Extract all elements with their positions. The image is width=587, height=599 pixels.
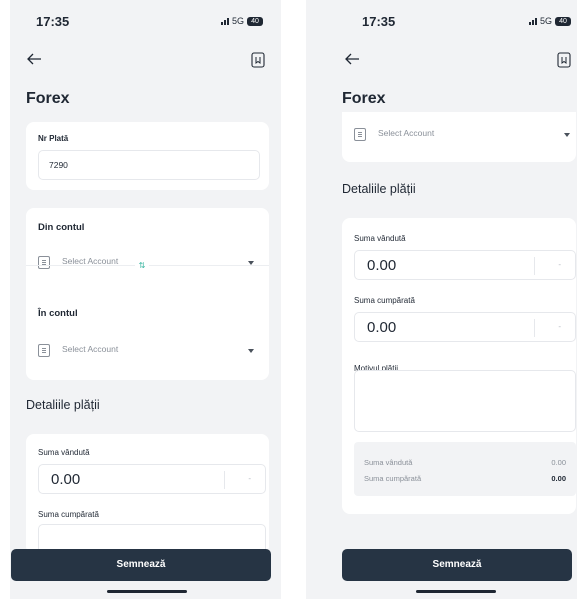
to-account-select[interactable]: Select Account [38, 342, 260, 360]
payment-number-input[interactable]: 7290 [38, 150, 260, 180]
sign-button[interactable]: Semnează [11, 549, 271, 581]
from-account-select[interactable]: Select Account [38, 254, 260, 272]
summary-sold-label: Suma vândută [364, 458, 413, 467]
sold-amount-label: Suma vândută [38, 448, 90, 457]
back-arrow-icon[interactable] [26, 52, 42, 66]
account-select-card: Select Account [342, 112, 576, 162]
signal-icon [220, 17, 229, 25]
account-icon [38, 344, 50, 357]
signal-icon [528, 17, 537, 25]
status-time: 17:35 [362, 14, 396, 29]
phone-screen-left: 17:35 5G 40 Forex Nr Plată 7290 Din cont… [10, 0, 281, 599]
payment-details-heading: Detaliile plății [26, 398, 100, 412]
battery-icon: 40 [247, 16, 263, 26]
amount-summary: Suma vândută 0.00 Suma cumpărată 0.00 [354, 442, 576, 496]
status-signal: 5G 40 [528, 16, 571, 26]
page-title: Forex [342, 90, 386, 107]
input-separator [534, 319, 535, 337]
bought-amount-label: Suma cumpărată [38, 510, 99, 519]
sold-amount-input[interactable]: 0.00 - [354, 250, 576, 280]
bought-amount-label: Suma cumpărată [354, 296, 415, 305]
page-title: Forex [26, 90, 70, 107]
accounts-card: Din contul Select Account ⇅ În contul Se… [26, 208, 269, 380]
chevron-down-icon [564, 133, 570, 137]
sold-amount-value: 0.00 [51, 471, 81, 488]
sold-amount-input[interactable]: 0.00 - [38, 464, 266, 494]
payment-details-card: Suma vândută 0.00 - Suma cumpărată 0.00 … [342, 218, 576, 514]
summary-bought-value: 0.00 [551, 474, 566, 483]
status-time: 17:35 [36, 14, 70, 29]
home-indicator [107, 590, 187, 593]
sold-amount-label: Suma vândută [354, 234, 406, 243]
phone-screen-right: 17:35 5G 40 Forex Select Account Detalii… [306, 0, 577, 599]
from-account-label: Din contul [38, 222, 85, 233]
summary-sold-value: 0.00 [551, 458, 566, 467]
summary-bought-label: Suma cumpărată [364, 474, 422, 483]
to-account-label: În contul [38, 308, 78, 319]
bought-amount-input[interactable]: 0.00 - [354, 312, 576, 342]
payment-reason-input[interactable] [354, 370, 576, 432]
bought-amount-value: 0.00 [367, 319, 397, 336]
bookmark-icon[interactable] [557, 52, 571, 68]
status-signal: 5G 40 [220, 16, 263, 26]
currency-selector[interactable]: - [558, 260, 561, 269]
battery-icon: 40 [555, 16, 571, 26]
payment-number-label: Nr Plată [38, 134, 69, 143]
to-account-placeholder: Select Account [62, 344, 119, 354]
status-bar: 17:35 5G 40 [306, 14, 577, 34]
network-label: 5G [231, 16, 244, 26]
payment-number-card: Nr Plată 7290 [26, 122, 269, 190]
currency-selector[interactable]: - [558, 322, 561, 331]
status-bar: 17:35 5G 40 [10, 14, 281, 34]
chevron-down-icon [248, 349, 254, 353]
swap-icon[interactable]: ⇅ [135, 259, 149, 273]
payment-details-card: Suma vândută 0.00 - Suma cumpărată [26, 434, 269, 554]
currency-selector[interactable]: - [248, 474, 251, 483]
back-arrow-icon[interactable] [344, 52, 360, 66]
sold-amount-value: 0.00 [367, 257, 397, 274]
sign-button[interactable]: Semnează [342, 549, 572, 581]
home-indicator [416, 590, 496, 593]
payment-details-heading: Detaliile plății [342, 182, 416, 196]
account-select[interactable]: Select Account [354, 126, 576, 144]
bookmark-icon[interactable] [251, 52, 265, 68]
account-placeholder: Select Account [378, 128, 435, 138]
input-separator [534, 257, 535, 275]
network-label: 5G [539, 16, 552, 26]
account-icon [38, 256, 50, 269]
account-icon [354, 128, 366, 141]
input-separator [224, 471, 225, 489]
